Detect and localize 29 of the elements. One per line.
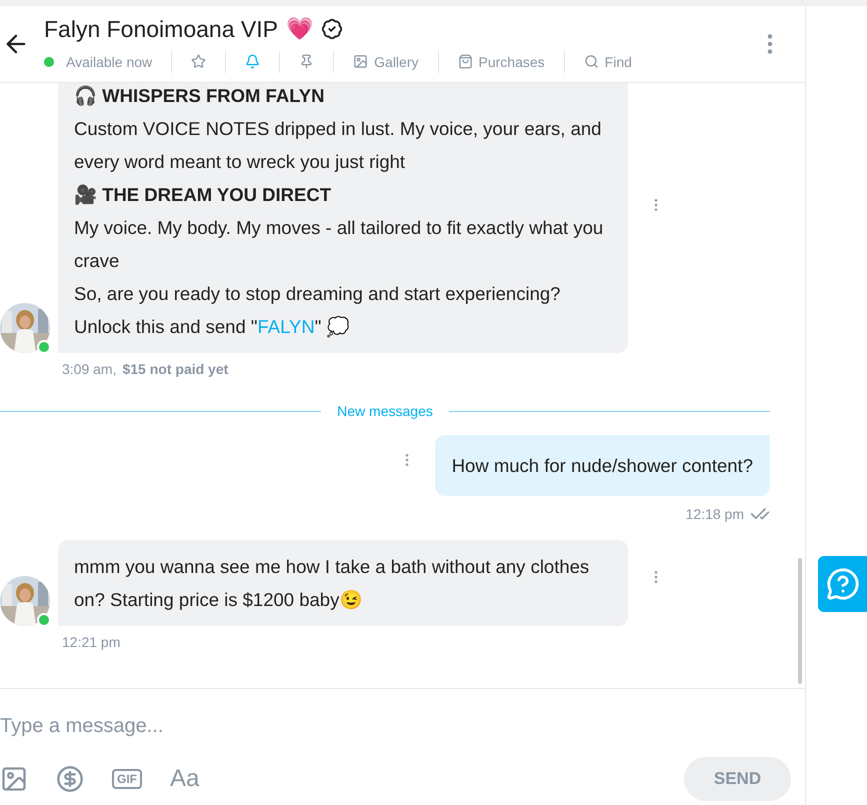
search-icon [584,54,599,69]
image-icon[interactable] [0,765,28,793]
title-emoji: 💗 [286,18,313,40]
message-text: mmm you wanna see me how I take a bath without any clothes on? Starting price is $1200 baby😉 [74,555,590,612]
image-icon [353,54,368,69]
chat-title: Falyn Fonoimoana VIP [44,16,278,42]
message-text: So, are you ready to stop dreaming and start experiencing? Unlock this and send "FALYN" 💭 [74,282,562,340]
help-icon [826,567,860,601]
message-time: 12:18 pm [686,506,744,522]
gallery-button[interactable]: Gallery [333,50,438,72]
message-text: My voice. My body. My moves - all tailored to fit exactly what you crave [74,216,604,273]
dollar-icon[interactable] [56,765,84,793]
message-text: How much for nude/shower content? [452,454,753,478]
purchases-button[interactable]: Purchases [438,50,564,72]
help-button[interactable] [818,556,867,612]
message-price: $15 not paid yet [122,361,228,377]
message-text: Custom VOICE NOTES dripped in lust. My voice, your ears, and every word meant to wreck you just right [74,117,602,174]
message-time: 12:21 pm [62,634,120,650]
status-text: Available now [66,54,152,70]
gif-button[interactable]: GIF [112,769,142,789]
bag-icon [458,54,472,69]
message-heading: 🎥 THE DREAM YOU DIRECT [74,183,332,207]
code-word: FALYN [257,316,315,337]
new-messages-label: New messages [337,403,433,419]
text-format-button[interactable]: Aa [170,765,200,793]
message-time: 3:09 am, [62,361,116,377]
scrollbar[interactable] [798,558,802,684]
find-button[interactable]: Find [564,50,651,72]
message-heading: 🎧 WHISPERS FROM FALYN [74,84,326,108]
